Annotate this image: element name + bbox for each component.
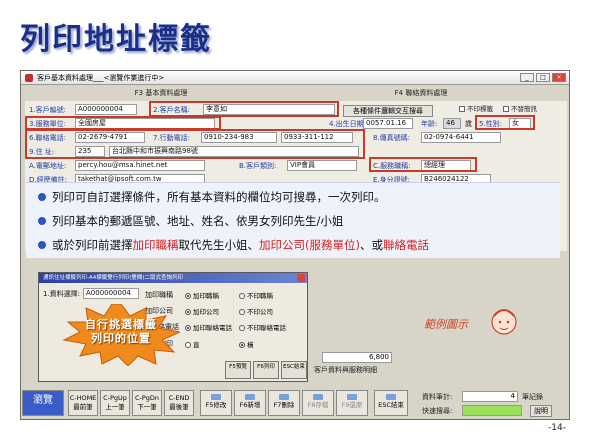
- customer-no-field[interactable]: A000000004: [75, 104, 137, 115]
- category-field[interactable]: VIP會員: [287, 160, 357, 171]
- option-phone-off[interactable]: 不印聯絡電話: [239, 322, 286, 332]
- close-button[interactable]: ×: [552, 73, 566, 82]
- orientation-portrait[interactable]: 直: [185, 339, 200, 349]
- minimize-button[interactable]: _: [520, 73, 534, 82]
- add-button[interactable]: F6新增: [234, 390, 266, 416]
- window-title: 客戶基本資料處理___<瀏覽作業進行中>: [37, 74, 165, 82]
- tab-service-details[interactable]: 客戶資料與服務明細: [314, 365, 377, 375]
- quick-search-input[interactable]: [462, 405, 522, 416]
- help-button[interactable]: 說明: [530, 405, 552, 417]
- customer-no-label: 1.客戶編號:: [29, 106, 67, 114]
- maximize-button[interactable]: □: [536, 73, 550, 82]
- browse-button[interactable]: 瀏覽: [22, 390, 64, 416]
- delete-button[interactable]: F7刪除: [268, 390, 300, 416]
- fax-field[interactable]: 02-0974-6441: [421, 132, 501, 143]
- delete-icon: [279, 394, 289, 400]
- next-record-button[interactable]: C-PgDn 下一筆: [132, 390, 162, 416]
- slide-title: 列印地址標籤: [20, 22, 212, 57]
- record-total-label: 資料筆計:: [422, 393, 453, 401]
- bullet-2: 列印基本的郵遞區號、地址、姓名、依男女列印先生/小姐: [38, 213, 343, 229]
- bullet-dot-icon: [38, 241, 46, 249]
- age-label: 年齡:: [421, 120, 438, 128]
- option-phone-on[interactable]: 加印聯絡電話: [185, 322, 232, 332]
- exit-icon: [386, 394, 396, 400]
- option-company-off[interactable]: 不印公司: [239, 306, 273, 316]
- highlight-employer: [25, 116, 221, 130]
- highlight-name: [149, 101, 339, 117]
- bullet-3: 或於列印前選擇加印職稱取代先生小姐、加印公司(服務單位)、或聯絡電話: [38, 237, 429, 253]
- option-company-on[interactable]: 加印公司: [185, 306, 219, 316]
- last-record-button[interactable]: C-END 最後筆: [164, 390, 194, 416]
- window-titlebar: 客戶基本資料處理___<瀏覽作業進行中> _ □ ×: [21, 71, 569, 85]
- explanation-bullets: 列印可自訂選擇條件，所有基本資料的欄位均可搜尋，一次列印。 列印基本的郵遞區號、…: [26, 182, 560, 258]
- highlight-gender: [475, 115, 535, 130]
- record-total-field: 4: [462, 391, 518, 402]
- tab-basic-data[interactable]: F3 基本資料處理: [61, 87, 261, 99]
- option-title-off[interactable]: 不印職稱: [239, 290, 273, 300]
- bullet-dot-icon: [38, 217, 46, 225]
- window-controls: _ □ ×: [520, 73, 566, 82]
- record-unit: 筆記錄: [522, 393, 543, 401]
- orientation-landscape[interactable]: 橫: [239, 339, 254, 349]
- dob-label: 4.出生日期:: [329, 120, 367, 128]
- exit-button[interactable]: ESC結束: [374, 390, 408, 416]
- callout-text: 自行挑選標籤 列印的位置: [85, 318, 157, 345]
- dialog-title: 通訊住址標籤列印-A4標籤雙行列印(雙欄)二版式查詢列印: [39, 273, 307, 283]
- save-button[interactable]: F8存檔: [302, 390, 334, 416]
- first-record-button[interactable]: C-HOME 最前筆: [68, 390, 98, 416]
- save-icon: [313, 394, 323, 400]
- bullet-1: 列印可自訂選擇條件，所有基本資料的欄位均可搜尋，一次列印。: [38, 189, 386, 205]
- quick-search-label: 快速搜尋:: [422, 407, 453, 415]
- highlight-phone-address: [25, 129, 365, 159]
- email-label: A.電郵地址:: [29, 162, 67, 170]
- edit-icon: [211, 394, 221, 400]
- undo-button[interactable]: F9還原: [336, 390, 368, 416]
- tab-contact-data[interactable]: F4 聯絡資料處理: [321, 87, 521, 99]
- bullet-dot-icon: [38, 193, 46, 201]
- undo-icon: [347, 394, 357, 400]
- option-title-on[interactable]: 加印職稱: [185, 290, 219, 300]
- logic-search-button[interactable]: 各種條件邏輯交互搜尋: [343, 105, 433, 117]
- app-icon: [25, 74, 33, 82]
- amount-field: 6,800: [322, 352, 392, 363]
- category-label: B.客戶類別:: [239, 162, 277, 170]
- sample-label: 範例圖示: [424, 318, 468, 331]
- dialog-exit-button[interactable]: ESC結束: [281, 361, 307, 379]
- bottom-toolbar: 瀏覽 C-HOME 最前筆 C-PgUp 上一筆 C-PgDn 下一筆 C-EN…: [22, 388, 570, 418]
- highlight-job-title: [369, 157, 477, 172]
- add-icon: [245, 394, 255, 400]
- dialog-close-icon[interactable]: [297, 274, 305, 282]
- option-label-title: 加印職稱: [145, 291, 173, 299]
- dialog-print-button[interactable]: F6列印: [253, 361, 279, 379]
- no-sms-checkbox[interactable]: 不發簡訊: [503, 103, 537, 113]
- edit-button[interactable]: F5修改: [200, 390, 232, 416]
- dialog-field[interactable]: A000000004: [83, 288, 139, 299]
- age-unit: 歲: [465, 120, 472, 128]
- email-field[interactable]: percy.hou@msa.hinet.net: [75, 160, 205, 171]
- page-number: -14-: [548, 423, 566, 433]
- no-print-label-checkbox[interactable]: 不印標籤: [459, 103, 493, 113]
- prev-record-button[interactable]: C-PgUp 上一筆: [100, 390, 130, 416]
- fax-label: 8.傳真號碼:: [373, 134, 411, 142]
- dialog-preview-button[interactable]: F5預覽: [225, 361, 251, 379]
- dialog-field-label: 1.資料選擇:: [43, 290, 81, 298]
- age-field: 46: [443, 118, 461, 129]
- dob-field[interactable]: 0057.01.16: [363, 118, 413, 129]
